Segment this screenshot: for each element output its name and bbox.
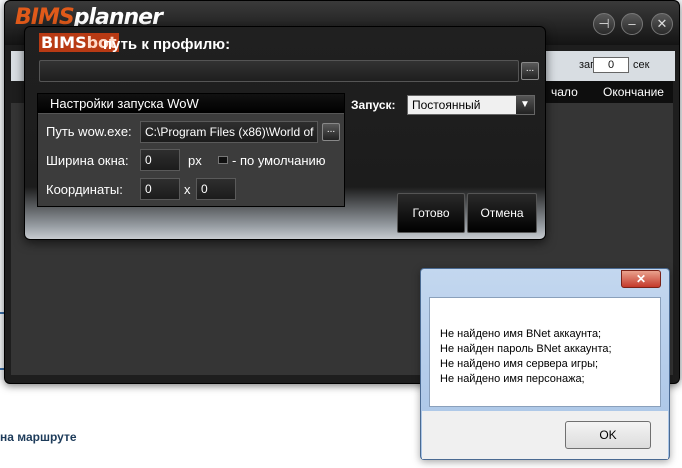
column-start[interactable]: чало <box>551 85 578 99</box>
wow-exe-input[interactable]: C:\Program Files (x86)\World of W <box>140 121 318 143</box>
profile-path-title: путь к профилю: <box>103 36 231 53</box>
default-size-checkbox[interactable] <box>218 156 228 164</box>
error-message-box: ✕ Не найдено имя BNet аккаунта; Не найде… <box>420 268 670 460</box>
message-line: Не найдено имя BNet аккаунта; <box>440 328 602 340</box>
window-width-label: Ширина окна: <box>46 153 129 168</box>
coordinates-label: Координаты: <box>46 182 123 197</box>
coord-separator: x <box>184 182 191 197</box>
pin-icon[interactable]: ⊣ <box>593 13 615 35</box>
done-button[interactable]: Готово <box>397 193 465 233</box>
wow-settings-panel: Настройки запуска WoW Путь wow.exe: C:\P… <box>37 93 345 207</box>
window-width-unit: px <box>188 153 202 168</box>
wow-settings-header: Настройки запуска WoW <box>38 94 344 114</box>
bot-profile-dialog: BIMSbot путь к профилю: ... Запуск: Пост… <box>24 26 546 240</box>
bot-logo-main: BIMS <box>41 33 87 52</box>
column-end[interactable]: Окончание <box>603 85 664 99</box>
background-route-text[interactable]: на маршруте <box>0 430 77 444</box>
message-line: Не найдено имя сервера игры; <box>440 358 599 370</box>
minimize-icon[interactable]: – <box>621 13 643 35</box>
cancel-button[interactable]: Отмена <box>467 193 537 233</box>
coord-x-input[interactable]: 0 <box>140 178 180 200</box>
default-size-label: - по умолчанию <box>232 153 326 168</box>
wow-exe-browse-button[interactable]: ... <box>322 123 340 141</box>
ok-button[interactable]: OK <box>565 421 651 449</box>
launch-mode-select[interactable]: Постоянный ▼ <box>407 95 535 115</box>
message-line: Не найден пароль BNet аккаунта; <box>440 343 612 355</box>
launch-delay-unit: сек <box>633 59 650 71</box>
close-icon[interactable]: ✕ <box>621 270 661 288</box>
wow-exe-label: Путь wow.exe: <box>46 124 132 139</box>
message-body: Не найдено имя BNet аккаунта; Не найден … <box>429 297 661 407</box>
close-icon[interactable]: ✕ <box>651 13 673 35</box>
message-line: Не найдено имя персонажа; <box>440 373 585 385</box>
profile-path-input[interactable] <box>39 60 519 82</box>
window-width-input[interactable]: 0 <box>140 149 180 171</box>
chevron-down-icon[interactable]: ▼ <box>516 96 534 114</box>
launch-mode-label: Запуск: <box>351 98 396 112</box>
profile-browse-button[interactable]: ... <box>521 62 539 80</box>
launch-delay-input[interactable]: 0 <box>593 57 629 73</box>
launch-mode-value: Постоянный <box>412 98 481 112</box>
coord-y-input[interactable]: 0 <box>196 178 236 200</box>
